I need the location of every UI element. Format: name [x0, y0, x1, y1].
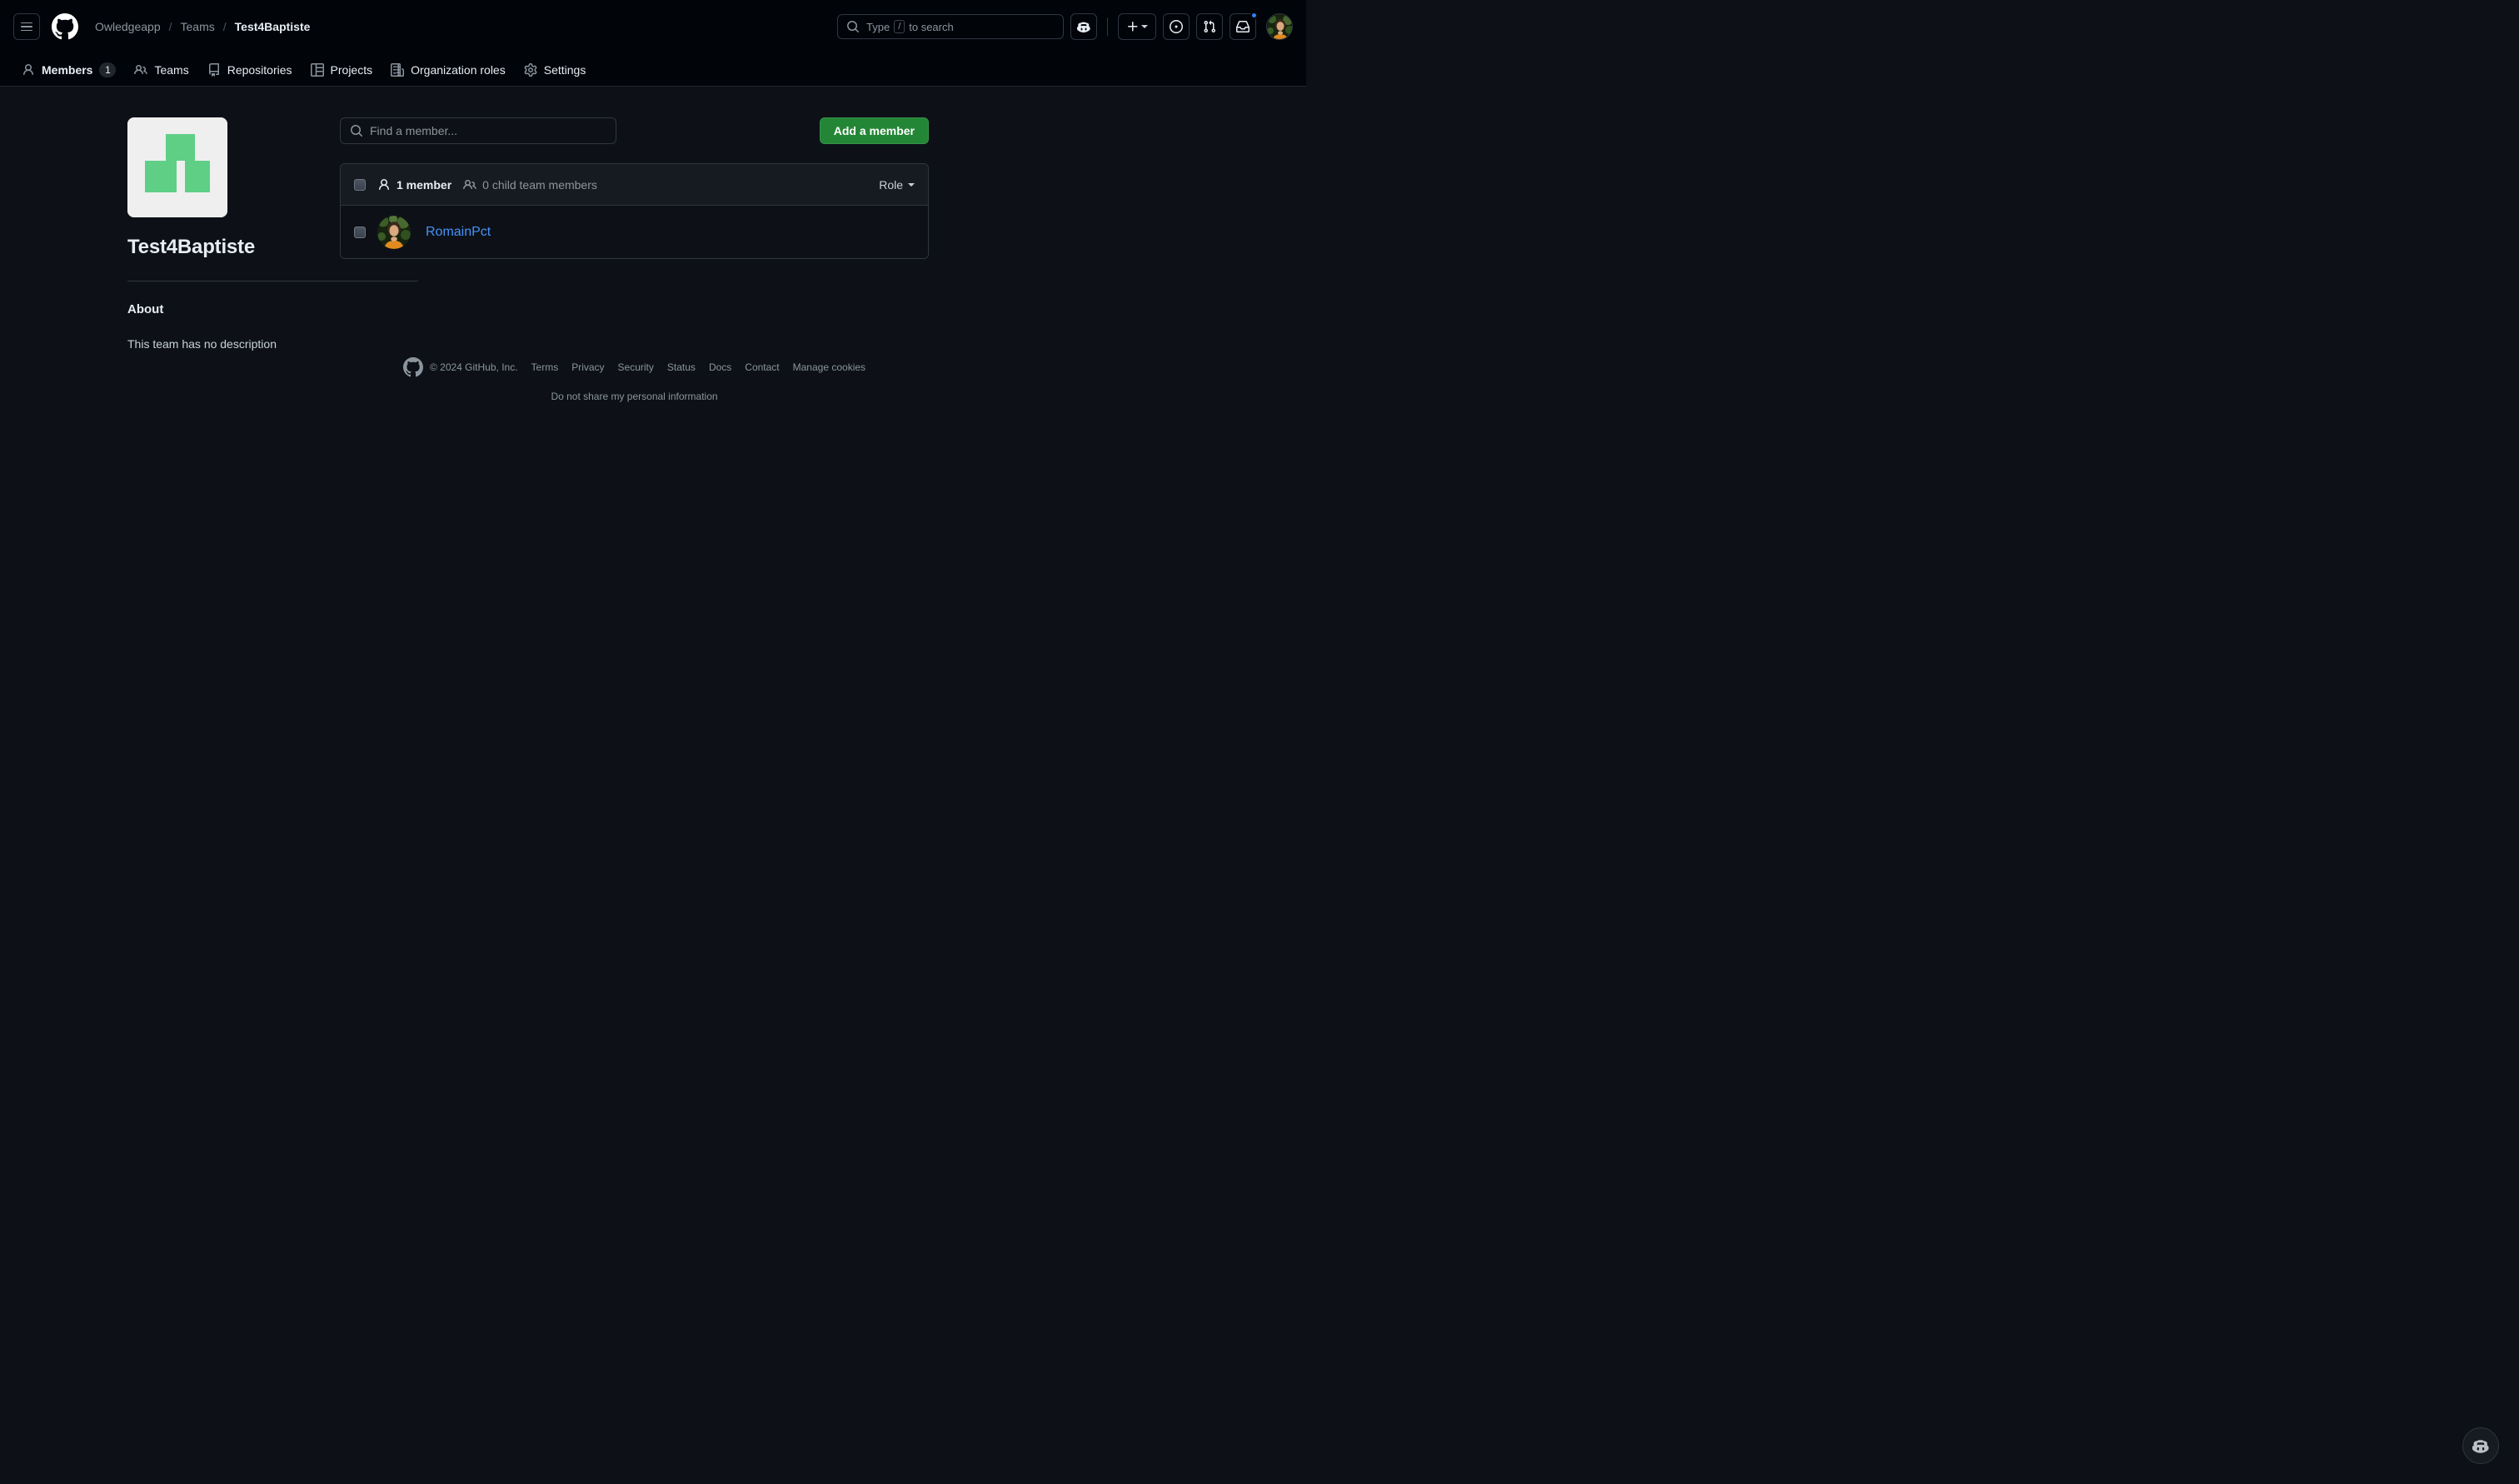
- member-count-label: 1 member: [397, 177, 452, 192]
- page-footer: © 2024 GitHub, Inc. Terms Privacy Securi…: [340, 357, 929, 402]
- user-avatar[interactable]: [1266, 13, 1293, 40]
- search-icon: [351, 125, 363, 137]
- person-icon: [379, 178, 389, 190]
- global-nav-menu-button[interactable]: [13, 13, 40, 40]
- footer-copyright-text: © 2024 GitHub, Inc.: [429, 361, 518, 373]
- hamburger-icon-bar: [21, 26, 32, 27]
- avatar-image: [1267, 14, 1292, 39]
- members-panel: 1 member 0 child team members Role Romai…: [340, 163, 929, 259]
- breadcrumb-teams-link[interactable]: Teams: [181, 20, 215, 33]
- footer-link-docs[interactable]: Docs: [709, 361, 731, 373]
- tab-members[interactable]: Members 1: [13, 57, 124, 82]
- role-filter-label: Role: [879, 177, 903, 192]
- role-filter-dropdown[interactable]: Role: [879, 178, 915, 192]
- github-logo-icon[interactable]: [52, 13, 78, 40]
- avatar-image: [377, 215, 411, 249]
- footer-link-manage-cookies[interactable]: Manage cookies: [793, 361, 865, 373]
- page-body: Test4Baptiste About This team has no des…: [0, 87, 1306, 402]
- footer-link-status[interactable]: Status: [667, 361, 696, 373]
- breadcrumb-org-link[interactable]: Owledgeapp: [95, 20, 161, 33]
- global-search-button[interactable]: Type / to search: [837, 14, 1064, 39]
- tab-label: Repositories: [227, 62, 292, 77]
- copilot-icon: [2472, 1440, 2489, 1453]
- team-avatar: [127, 117, 227, 217]
- members-count-badge: 1: [99, 62, 117, 77]
- members-main: Add a member 1 member 0 child team membe…: [340, 107, 1056, 402]
- avatar[interactable]: [377, 215, 411, 249]
- about-description: This team has no description: [127, 337, 277, 351]
- pull-requests-button[interactable]: [1196, 13, 1223, 40]
- footer-copyright: © 2024 GitHub, Inc.: [402, 357, 518, 377]
- tab-organization-roles[interactable]: Organization roles: [382, 58, 514, 82]
- footer-link-do-not-share-info[interactable]: Do not share my personal information: [551, 391, 717, 402]
- org-nav-tabs: Members 1 Teams Repositories Projects Or…: [0, 53, 1306, 87]
- member-username-link[interactable]: RomainPct: [426, 225, 491, 240]
- search-suffix-text: to search: [909, 20, 954, 33]
- footer-link-security[interactable]: Security: [618, 361, 654, 373]
- member-search-box[interactable]: [340, 117, 616, 144]
- tab-label: Members: [42, 62, 93, 77]
- people-icon: [134, 64, 148, 74]
- tab-label: Settings: [543, 62, 586, 77]
- breadcrumb: Owledgeapp / Teams / Test4Baptiste: [95, 20, 310, 33]
- git-pull-request-icon: [1204, 20, 1216, 33]
- footer-link-terms[interactable]: Terms: [531, 361, 559, 373]
- tab-label: Organization roles: [411, 62, 506, 77]
- organization-icon: [391, 62, 405, 77]
- team-name-heading: Test4Baptiste: [127, 236, 256, 258]
- team-identicon-icon: [127, 117, 227, 217]
- footer-link-privacy[interactable]: Privacy: [571, 361, 604, 373]
- search-slash-keycap: /: [894, 20, 905, 33]
- tab-projects[interactable]: Projects: [302, 58, 382, 82]
- find-member-input[interactable]: [370, 124, 606, 137]
- breadcrumb-separator: /: [168, 20, 172, 33]
- copilot-floating-button[interactable]: [2462, 1427, 2499, 1464]
- tab-settings[interactable]: Settings: [516, 58, 595, 82]
- person-icon: [23, 63, 33, 75]
- issue-opened-icon: [1170, 20, 1183, 33]
- notifications-button[interactable]: [1230, 12, 1258, 40]
- chevron-down-icon: [1141, 25, 1148, 28]
- header-divider: [1107, 17, 1108, 36]
- members-panel-header: 1 member 0 child team members Role: [341, 164, 928, 206]
- issues-button[interactable]: [1163, 13, 1190, 40]
- tab-teams[interactable]: Teams: [126, 58, 197, 82]
- hamburger-icon-bar: [21, 29, 32, 32]
- github-mark-icon: [402, 357, 423, 377]
- gear-icon: [524, 62, 537, 77]
- add-member-button[interactable]: Add a member: [819, 117, 929, 144]
- copilot-button[interactable]: [1070, 13, 1097, 40]
- tab-label: Teams: [154, 62, 189, 77]
- people-icon: [463, 179, 476, 189]
- tab-label: Projects: [330, 62, 373, 77]
- search-icon: [847, 21, 860, 33]
- table-row: RomainPct: [341, 206, 928, 258]
- team-sidebar: Test4Baptiste About This team has no des…: [0, 107, 418, 402]
- notification-indicator-dot: [1250, 12, 1258, 19]
- breadcrumb-current-team: Test4Baptiste: [234, 20, 311, 33]
- copilot-icon: [1077, 22, 1090, 33]
- chevron-down-icon: [908, 182, 915, 187]
- breadcrumb-separator: /: [222, 20, 227, 33]
- plus-icon: [1128, 22, 1138, 32]
- search-prefix-text: Type: [866, 20, 890, 33]
- about-heading: About: [127, 302, 164, 316]
- hamburger-icon-bar: [21, 22, 32, 24]
- create-new-button[interactable]: [1118, 13, 1156, 40]
- child-team-members-stat: 0 child team members: [463, 178, 597, 192]
- search-placeholder: Type / to search: [866, 20, 954, 33]
- app-header: Owledgeapp / Teams / Test4Baptiste Type …: [0, 0, 1306, 53]
- header-actions: Type / to search: [837, 12, 1293, 40]
- members-toolbar: Add a member: [340, 117, 929, 144]
- footer-link-contact[interactable]: Contact: [745, 361, 779, 373]
- project-icon: [310, 62, 324, 77]
- repo-icon: [208, 62, 219, 77]
- child-team-members-label: 0 child team members: [482, 177, 597, 192]
- select-all-checkbox[interactable]: [354, 178, 366, 191]
- inbox-icon: [1236, 21, 1250, 32]
- member-count-stat: 1 member: [377, 178, 451, 192]
- member-select-checkbox[interactable]: [354, 226, 366, 238]
- tab-repositories[interactable]: Repositories: [199, 58, 301, 82]
